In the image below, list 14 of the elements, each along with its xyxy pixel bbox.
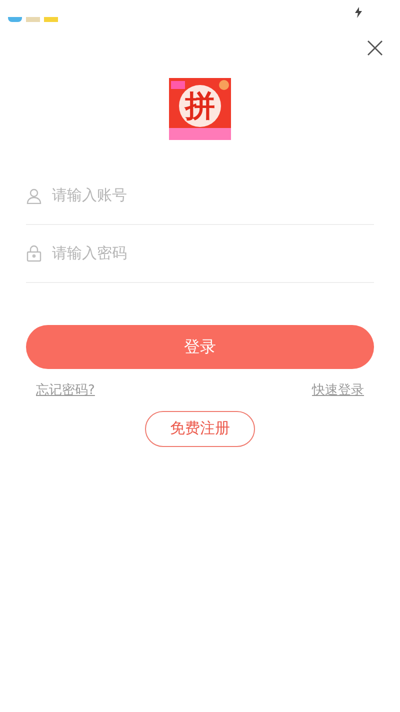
input-field[interactable]: 请输入密码 [52,242,374,265]
close-button[interactable] [366,39,384,57]
forgot-password-link[interactable]: 忘记密码? [36,381,95,400]
quick-login-link[interactable]: 快速登录 [312,381,364,400]
login-button[interactable]: 登录 [26,325,374,369]
notification-icon [26,17,40,22]
app-logo: 拼 [169,78,231,140]
notification-icon [8,17,22,22]
register-button[interactable]: 免费注册 [145,410,255,446]
charging-icon [355,6,362,18]
input-field[interactable]: 请输入账号 [52,184,374,207]
user-icon [26,188,42,204]
lock-icon [26,245,42,262]
notification-icon [44,17,58,22]
